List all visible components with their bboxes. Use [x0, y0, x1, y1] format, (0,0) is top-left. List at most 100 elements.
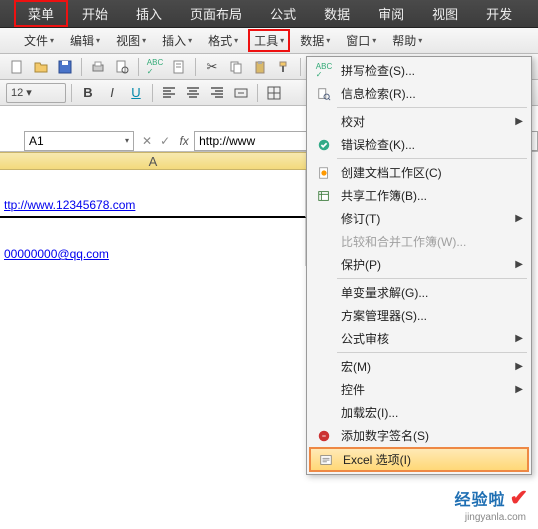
menu-item-label: 控件 [341, 381, 365, 398]
menu-separator [337, 352, 527, 353]
name-box-value: A1 [29, 134, 44, 148]
menu-item-12[interactable]: 单变量求解(G)... [309, 281, 529, 304]
chevron-down-icon: ▾ [326, 36, 330, 45]
tools-dropdown: ABC✓ 拼写检查(S)... 信息检索(R)... 校对 ▶ 错误检查(K)... 创建文… [306, 56, 532, 475]
menu-item-4[interactable]: 错误检查(K)... [309, 133, 529, 156]
research-icon[interactable] [168, 57, 190, 77]
submenu-arrow-icon: ▶ [515, 259, 523, 270]
menu-item-label: 信息检索(R)... [341, 85, 416, 102]
menu-edit[interactable]: 编辑▾ [64, 29, 106, 52]
print-icon[interactable] [87, 57, 109, 77]
menu-view[interactable]: 视图▾ [110, 29, 152, 52]
cancel-icon[interactable]: ✕ [138, 134, 156, 148]
check-icon: ✔ [510, 485, 528, 511]
blank-icon [313, 208, 335, 230]
menu-item-label: Excel 选项(I) [343, 451, 411, 468]
menu-item-1[interactable]: 信息检索(R)... [309, 82, 529, 105]
format-painter-icon[interactable] [273, 57, 295, 77]
copy-icon[interactable] [225, 57, 247, 77]
fx-icon[interactable]: fx [174, 134, 194, 148]
watermark-sub: jingyanla.com [465, 512, 526, 523]
menu-item-10[interactable]: 保护(P) ▶ [309, 253, 529, 276]
menu-item-13[interactable]: 方案管理器(S)... [309, 304, 529, 327]
ribbon-tab-menu[interactable]: 菜单 [14, 0, 68, 27]
menu-separator [337, 158, 527, 159]
ribbon-tab-review[interactable]: 审阅 [364, 0, 418, 27]
hyperlink-1[interactable]: ttp://www.12345678.com [4, 198, 135, 212]
blank-icon [313, 282, 335, 304]
italic-icon[interactable]: I [101, 83, 123, 103]
cell-a1[interactable]: ttp://www.12345678.com [0, 194, 306, 218]
menu-separator [337, 107, 527, 108]
menu-item-label: 方案管理器(S)... [341, 307, 427, 324]
align-right-icon[interactable] [206, 83, 228, 103]
menu-item-20[interactable]: Excel 选项(I) [309, 447, 529, 472]
ribbon-tab-insert[interactable]: 插入 [122, 0, 176, 27]
ribbon-tab-formula[interactable]: 公式 [256, 0, 310, 27]
blank-icon [313, 402, 335, 424]
ribbon-tab-data[interactable]: 数据 [310, 0, 364, 27]
chevron-down-icon: ▾ [96, 36, 100, 45]
menu-item-label: 校对 [341, 113, 365, 130]
blank-icon [313, 379, 335, 401]
align-left-icon[interactable] [158, 83, 180, 103]
menu-item-18[interactable]: 加载宏(I)... [309, 401, 529, 424]
menu-insert[interactable]: 插入▾ [156, 29, 198, 52]
menu-item-0[interactable]: ABC✓ 拼写检查(S)... [309, 59, 529, 82]
chevron-down-icon: ▾ [50, 36, 54, 45]
name-box[interactable]: A1 ▾ [24, 131, 134, 151]
menu-window[interactable]: 窗口▾ [340, 29, 382, 52]
font-size-selector[interactable]: 12 ▾ [6, 83, 66, 103]
watermark: 经验啦 ✔ [455, 485, 528, 511]
underline-icon[interactable]: U [125, 83, 147, 103]
gear-icon [315, 449, 337, 471]
preview-icon[interactable] [111, 57, 133, 77]
menu-item-label: 拼写检查(S)... [341, 62, 415, 79]
align-center-icon[interactable] [182, 83, 204, 103]
ribbon-tab-start[interactable]: 开始 [68, 0, 122, 27]
enter-icon[interactable]: ✓ [156, 134, 174, 148]
hyperlink-2[interactable]: 00000000@qq.com [4, 247, 109, 261]
menu-data[interactable]: 数据▾ [294, 29, 336, 52]
search-icon [313, 83, 335, 105]
new-icon[interactable] [6, 57, 28, 77]
menu-item-19[interactable]: 添加数字签名(S) [309, 424, 529, 447]
borders-icon[interactable] [263, 83, 285, 103]
menu-item-16[interactable]: 宏(M)▶ [309, 355, 529, 378]
menu-item-label: 错误检查(K)... [341, 136, 415, 153]
save-icon[interactable] [54, 57, 76, 77]
abc-icon: ABC✓ [313, 60, 335, 82]
cut-icon[interactable]: ✂ [201, 57, 223, 77]
menu-format[interactable]: 格式▾ [202, 29, 244, 52]
merge-icon[interactable] [230, 83, 252, 103]
bold-icon[interactable]: B [77, 83, 99, 103]
menu-item-7[interactable]: 共享工作簿(B)... [309, 184, 529, 207]
menu-item-14[interactable]: 公式审核▶ [309, 327, 529, 350]
cell-a3[interactable]: 00000000@qq.com [0, 242, 306, 266]
submenu-arrow-icon: ▶ [515, 333, 523, 344]
spell-icon[interactable]: ABC✓ [144, 57, 166, 77]
menu-item-3[interactable]: 校对 ▶ [309, 110, 529, 133]
menu-item-label: 保护(P) [341, 256, 381, 273]
ribbon-tab-layout[interactable]: 页面布局 [176, 0, 256, 27]
submenu-arrow-icon: ▶ [515, 116, 523, 127]
menu-item-17[interactable]: 控件▶ [309, 378, 529, 401]
chevron-down-icon: ▾ [234, 36, 238, 45]
sign-icon [313, 425, 335, 447]
blank-icon [313, 356, 335, 378]
ribbon-tab-dev[interactable]: 开发 [472, 0, 526, 27]
menu-tools[interactable]: 工具▾ [248, 29, 290, 52]
chevron-down-icon: ▾ [418, 36, 422, 45]
menu-item-8[interactable]: 修订(T)▶ [309, 207, 529, 230]
open-icon[interactable] [30, 57, 52, 77]
menu-help[interactable]: 帮助▾ [386, 29, 428, 52]
ribbon-tab-view[interactable]: 视图 [418, 0, 472, 27]
submenu-arrow-icon: ▶ [515, 213, 523, 224]
chevron-down-icon: ▾ [280, 36, 284, 45]
menu-file[interactable]: 文件▾ [18, 29, 60, 52]
menu-item-6[interactable]: 创建文档工作区(C) [309, 161, 529, 184]
menu-item-label: 添加数字签名(S) [341, 427, 429, 444]
paste-icon[interactable] [249, 57, 271, 77]
menu-item-label: 加载宏(I)... [341, 404, 398, 421]
column-header-a[interactable]: A [0, 152, 306, 170]
